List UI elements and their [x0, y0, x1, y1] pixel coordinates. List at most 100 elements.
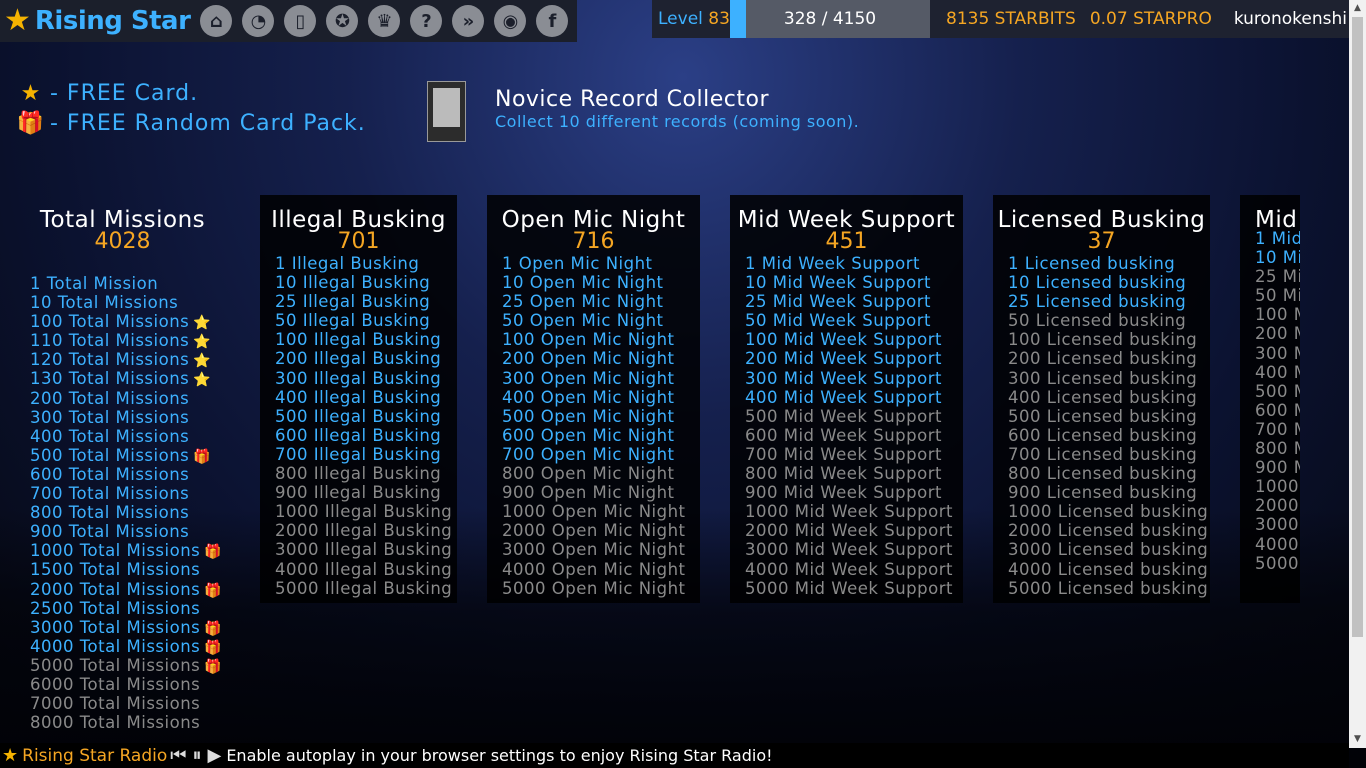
- mission-item: 100 Total Missions ⭐: [30, 312, 230, 331]
- facebook-icon[interactable]: f: [536, 5, 569, 37]
- xp-progress-bar: 328 / 4150: [730, 0, 930, 38]
- scroll-up-icon[interactable]: ▲: [1349, 0, 1366, 17]
- mission-item-label: 1 Illegal Busking: [275, 254, 420, 273]
- mission-item: 4000 Illegal Busking: [275, 560, 457, 579]
- next-icon[interactable]: ▶: [207, 745, 221, 766]
- mission-item-label: 700 Total Missions: [30, 484, 190, 504]
- mission-item-label: 500 Total Missions: [30, 445, 190, 465]
- mission-item-label: 800 Total Missions: [30, 503, 190, 523]
- mission-item: 10 Open Mic Night: [502, 273, 700, 292]
- discord-icon[interactable]: ◉: [494, 5, 527, 37]
- trophy-icon[interactable]: ♛: [368, 5, 401, 37]
- cards-icon[interactable]: ▯: [284, 5, 317, 37]
- mission-item: 10 Mid Week Support: [745, 273, 963, 292]
- mission-item-label: 700 Illegal Busking: [275, 444, 442, 464]
- mission-item-label: 600 Total Missions: [30, 464, 190, 484]
- mission-item: 25 Illegal Busking: [275, 292, 457, 311]
- mission-item-label: 1000: [1255, 477, 1299, 497]
- mission-item: 100 Licensed busking: [1008, 330, 1210, 349]
- mission-item: 5000 Licensed busking: [1008, 579, 1210, 598]
- achievement-info: Novice Record Collector Collect 10 diffe…: [495, 87, 859, 131]
- mission-item: 500 Illegal Busking: [275, 407, 457, 426]
- mission-column: Licensed Busking 37 1 Licensed busking 10 L…: [993, 195, 1210, 603]
- mission-item: 2000 Open Mic Night: [502, 521, 700, 540]
- mission-item-label: 8000 Total Missions: [30, 713, 201, 733]
- mission-item-label: 700 M: [1255, 419, 1300, 439]
- mission-item: 500 Licensed busking: [1008, 407, 1210, 426]
- mission-item-label: 600 Illegal Busking: [275, 425, 442, 445]
- logo-text: Rising Star: [34, 6, 191, 36]
- mission-item: 10 Illegal Busking: [275, 273, 457, 292]
- mission-item-label: 1 Mid Week Support: [745, 254, 920, 273]
- stopwatch-icon[interactable]: ◔: [242, 5, 275, 37]
- mission-item-label: 4000: [1255, 534, 1299, 554]
- mission-item-label: 10 Licensed busking: [1008, 273, 1187, 293]
- mission-item: 3000 Open Mic Night: [502, 540, 700, 559]
- mission-item-label: 1 Total Mission: [30, 274, 159, 293]
- home-icon[interactable]: ⌂: [200, 5, 233, 37]
- legend-pack: 🎁 - FREE Random Card Pack.: [16, 108, 366, 138]
- hive-icon[interactable]: »: [452, 5, 485, 37]
- stats-bar: Level 83 328 / 4150 8135 STARBITS 0.07 S…: [652, 0, 1364, 38]
- mission-column: Total Missions 4028 1 Total Mission 10 Tota…: [15, 195, 230, 745]
- mission-item-label: 400 Total Missions: [30, 426, 190, 446]
- mission-item: 4000 Mid Week Support: [745, 560, 963, 579]
- mission-item-label: 100 Mid Week Support: [745, 330, 942, 350]
- pause-icon[interactable]: ⏸: [192, 745, 201, 766]
- scroll-down-icon[interactable]: ▼: [1349, 731, 1366, 748]
- help-icon[interactable]: ?: [410, 5, 443, 37]
- mission-item-label: 3000: [1255, 515, 1299, 535]
- mission-item: 900 Illegal Busking: [275, 483, 457, 502]
- mission-item-label: 2000 Mid Week Support: [745, 521, 953, 541]
- logo[interactable]: ★ Rising Star: [4, 6, 191, 37]
- mission-item-label: 200 Open Mic Night: [502, 349, 675, 369]
- mission-item-label: 300 Illegal Busking: [275, 368, 442, 388]
- mission-item-label: 800 Licensed busking: [1008, 464, 1198, 484]
- star-icon: ⭐: [193, 353, 212, 370]
- mission-item: 1 Total Mission: [30, 274, 230, 293]
- mission-item: 2500 Total Missions: [30, 599, 230, 618]
- mission-item-label: 3000 Total Missions: [30, 617, 201, 637]
- mission-item: 100 Illegal Busking: [275, 330, 457, 349]
- mission-item: 500 M: [1255, 382, 1300, 401]
- username[interactable]: kuronokenshi: [1234, 9, 1347, 29]
- prev-icon[interactable]: ⏮: [170, 745, 186, 766]
- star-icon: ⭐: [193, 334, 212, 351]
- mission-item-label: 700 Mid Week Support: [745, 444, 942, 464]
- mission-item: 800 M: [1255, 439, 1300, 458]
- star-icon: ⭐: [193, 372, 212, 389]
- radio-star-icon: ★: [2, 745, 19, 766]
- mission-item: 700 Mid Week Support: [745, 445, 963, 464]
- mission-item-label: 5000 Total Missions: [30, 655, 201, 675]
- mission-item-label: 7000 Total Missions: [30, 694, 201, 714]
- mission-item-label: 5000 Mid Week Support: [745, 578, 953, 598]
- mission-item-label: 1500 Total Missions: [30, 560, 201, 580]
- scrollbar-thumb[interactable]: [1352, 17, 1363, 637]
- mission-item: 600 M: [1255, 401, 1300, 420]
- mission-item-label: 2000: [1255, 496, 1299, 516]
- mission-item-label: 50 Mid Week Support: [745, 311, 931, 331]
- mission-item: 900 M: [1255, 458, 1300, 477]
- mission-item: 800 Open Mic Night: [502, 464, 700, 483]
- scrollbar[interactable]: ▲ ▼: [1349, 0, 1366, 748]
- level-label: Level: [658, 9, 703, 29]
- mission-item: 200 Open Mic Night: [502, 349, 700, 368]
- mission-item-label: 5000: [1255, 553, 1299, 573]
- achievement-title: Novice Record Collector: [495, 87, 769, 112]
- mission-item: 200 Total Missions: [30, 389, 230, 408]
- mission-item: 50 Mi: [1255, 286, 1300, 305]
- mission-item: 300 Illegal Busking: [275, 369, 457, 388]
- mission-item-label: 10 Mid Week Support: [745, 273, 931, 293]
- mission-item-label: 500 M: [1255, 381, 1300, 401]
- mission-item-label: 100 Licensed busking: [1008, 330, 1198, 350]
- mission-item: 50 Open Mic Night: [502, 311, 700, 330]
- mission-item: 2000 Illegal Busking: [275, 521, 457, 540]
- mission-item: 6000 Total Missions: [30, 675, 230, 694]
- mission-item-label: 500 Open Mic Night: [502, 406, 675, 426]
- star-icon: ⭐: [193, 315, 212, 332]
- mission-item-label: 25 Mi: [1255, 267, 1300, 287]
- mission-item: 2000 Mid Week Support: [745, 521, 963, 540]
- award-icon[interactable]: ✪: [326, 5, 359, 37]
- mission-column: Open Mic Night 716 1 Open Mic Night 10 Open…: [487, 195, 700, 603]
- mission-item: 500 Mid Week Support: [745, 407, 963, 426]
